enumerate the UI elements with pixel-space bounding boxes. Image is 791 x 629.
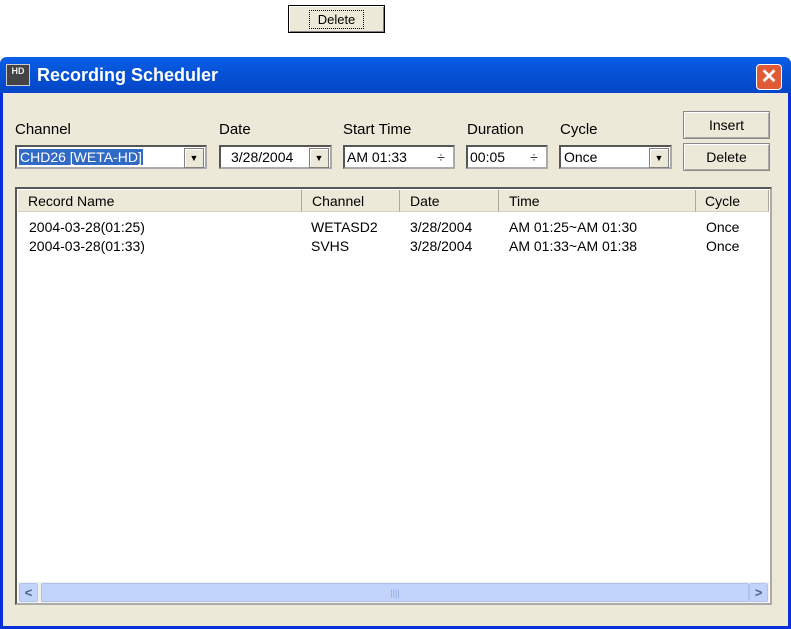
title-bar[interactable]: Recording Scheduler — [0, 57, 791, 93]
column-header-channel[interactable]: Channel — [302, 190, 400, 212]
start-time-label: Start Time — [343, 121, 412, 138]
row-1-cycle: Once — [706, 219, 740, 235]
row-2-cycle: Once — [706, 238, 740, 254]
duration-value: 00:05 — [470, 149, 506, 165]
scroll-left-icon[interactable]: < — [19, 583, 38, 602]
date-value: 3/28/2004 — [231, 149, 294, 165]
column-header-time[interactable]: Time — [499, 190, 696, 212]
start-time-value: AM 01:33 — [347, 149, 407, 165]
row-2-time: AM 01:33~AM 01:38 — [509, 238, 638, 254]
insert-button[interactable]: Insert — [683, 111, 770, 139]
date-label: Date — [219, 121, 251, 138]
row-1-channel: WETASD2 — [311, 219, 378, 235]
scrollbar-thumb[interactable]: |||| — [41, 583, 749, 602]
delete-button[interactable]: Delete — [683, 143, 770, 171]
duration-label: Duration — [467, 121, 524, 138]
scroll-right-icon[interactable]: > — [749, 583, 768, 602]
row-1-time: AM 01:25~AM 01:30 — [509, 219, 638, 235]
top-delete-label: Delete — [308, 9, 365, 29]
channel-value: CHD26 [WETA-HD] — [19, 149, 143, 165]
chevron-down-icon[interactable]: ▼ — [184, 148, 204, 168]
start-time-input[interactable]: AM 01:33 ÷ — [343, 145, 455, 169]
channel-label: Channel — [15, 121, 71, 138]
column-header-date[interactable]: Date — [400, 190, 499, 212]
chevron-down-icon[interactable]: ▼ — [309, 148, 329, 168]
row-2-date: 3/28/2004 — [410, 238, 473, 254]
window-title: Recording Scheduler — [37, 64, 219, 85]
chevron-down-icon[interactable]: ▼ — [649, 148, 669, 168]
duration-input[interactable]: 00:05 ÷ — [466, 145, 548, 169]
row-2-record-name[interactable]: 2004-03-28(01:33) — [29, 237, 145, 255]
channel-combo[interactable]: CHD26 [WETA-HD] ▼ — [15, 145, 207, 169]
column-header-record-name[interactable]: Record Name — [18, 190, 302, 212]
row-1-record-name[interactable]: 2004-03-28(01:25) — [29, 218, 145, 236]
close-button[interactable]: ✕ — [756, 64, 782, 90]
spinner-icon[interactable]: ÷ — [431, 148, 451, 167]
app-logo-icon: HD — [6, 64, 30, 86]
cycle-label: Cycle — [560, 121, 598, 138]
cycle-value: Once — [564, 149, 598, 165]
row-2-channel: SVHS — [311, 238, 350, 254]
spinner-icon[interactable]: ÷ — [524, 148, 544, 167]
column-header-cycle[interactable]: Cycle — [696, 190, 769, 212]
row-1-date: 3/28/2004 — [410, 219, 473, 235]
top-delete-button[interactable]: Delete — [288, 5, 385, 33]
cycle-combo[interactable]: Once ▼ — [559, 145, 672, 169]
date-picker[interactable]: 3/28/2004 ▼ — [219, 145, 332, 169]
